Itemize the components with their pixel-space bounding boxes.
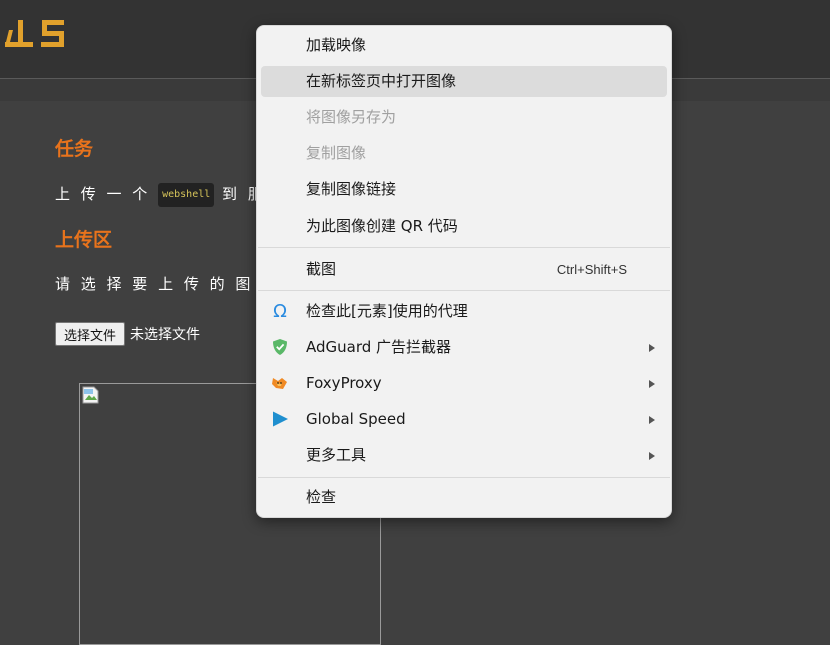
menu-item-label: 检查此[元素]使用的代理	[306, 302, 468, 320]
menu-item-inspect[interactable]: 检查	[261, 482, 667, 513]
task-heading: 任务	[55, 138, 94, 160]
svg-text:Ω: Ω	[273, 301, 287, 321]
context-menu: 加载映像 在新标签页中打开图像 将图像另存为 复制图像 复制图像链接 为此图像创…	[256, 25, 672, 518]
submenu-arrow-icon	[649, 380, 655, 388]
menu-item-screenshot[interactable]: 截图 Ctrl+Shift+S	[261, 254, 667, 285]
no-file-selected-text: 未选择文件	[130, 327, 201, 343]
menu-item-label: 将图像另存为	[306, 108, 397, 126]
menu-item-foxyproxy[interactable]: FoxyProxy	[261, 368, 667, 399]
menu-item-copy-image-link[interactable]: 复制图像链接	[261, 174, 667, 205]
menu-item-load-image[interactable]: 加载映像	[261, 30, 667, 61]
menu-separator	[258, 477, 670, 478]
menu-item-label: 复制图像链接	[306, 180, 397, 198]
omega-icon: Ω	[273, 301, 287, 321]
webshell-code: webshell	[158, 183, 215, 207]
menu-item-open-image-new-tab[interactable]: 在新标签页中打开图像	[261, 66, 667, 97]
play-triangle-icon	[273, 411, 288, 427]
menu-item-label: 更多工具	[306, 446, 367, 464]
menu-item-global-speed[interactable]: Global Speed	[261, 404, 667, 435]
menu-item-label: Global Speed	[306, 410, 406, 428]
submenu-arrow-icon	[649, 452, 655, 460]
submenu-arrow-icon	[649, 416, 655, 424]
site-logo[interactable]	[2, 18, 66, 58]
menu-item-shortcut: Ctrl+Shift+S	[556, 262, 627, 277]
menu-item-create-qr-code[interactable]: 为此图像创建 QR 代码	[261, 211, 667, 242]
menu-separator	[258, 247, 670, 248]
task-text-before: 上 传 一 个	[55, 185, 151, 203]
menu-item-label: 复制图像	[306, 144, 367, 162]
upload-prompt: 请 选 择 要 上 传 的 图 片	[55, 275, 280, 293]
menu-separator	[258, 290, 670, 291]
choose-file-button[interactable]: 选择文件	[55, 322, 126, 346]
menu-item-copy-image: 复制图像	[261, 138, 667, 169]
menu-item-label: 为此图像创建 QR 代码	[306, 217, 458, 235]
menu-item-label: 加载映像	[306, 36, 367, 54]
menu-item-label: 在新标签页中打开图像	[306, 72, 457, 90]
menu-item-label: FoxyProxy	[306, 374, 382, 392]
adguard-shield-icon	[273, 339, 287, 355]
menu-item-adguard[interactable]: AdGuard 广告拦截器	[261, 332, 667, 363]
menu-item-save-image-as: 将图像另存为	[261, 102, 667, 133]
menu-item-label: 截图	[306, 260, 337, 278]
broken-image-icon	[82, 386, 99, 404]
submenu-arrow-icon	[649, 344, 655, 352]
menu-item-label: AdGuard 广告拦截器	[306, 338, 452, 356]
task-description: 上 传 一 个 webshell 到 服	[55, 183, 266, 207]
menu-item-label: 检查	[306, 488, 337, 506]
menu-item-check-proxy[interactable]: Ω 检查此[元素]使用的代理	[261, 296, 667, 327]
foxyproxy-fox-icon	[272, 378, 287, 389]
upload-heading: 上传区	[55, 229, 113, 251]
file-input[interactable]: 选择文件 未选择文件	[55, 321, 200, 347]
menu-item-more-tools[interactable]: 更多工具	[261, 440, 667, 471]
